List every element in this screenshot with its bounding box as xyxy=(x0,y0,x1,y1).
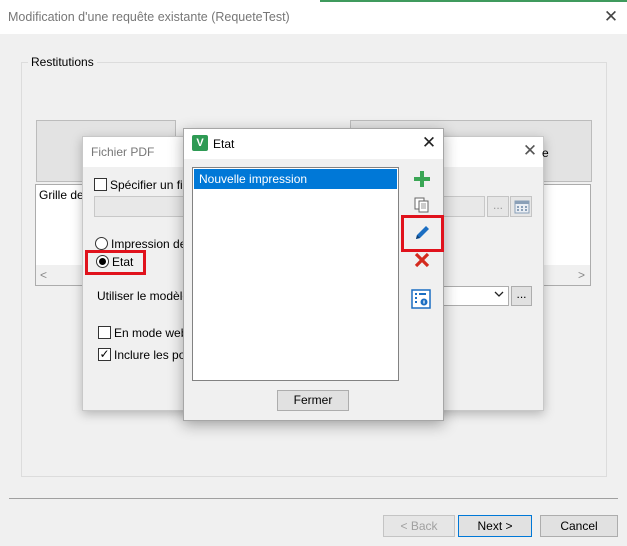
etat-close-icon[interactable]: ✕ xyxy=(418,132,440,154)
app-logo-icon: V xyxy=(192,135,208,151)
restitutions-label: Restitutions xyxy=(28,55,97,69)
impression-radio[interactable] xyxy=(95,237,108,250)
window-close-icon[interactable]: ✕ xyxy=(600,6,622,28)
config-icon xyxy=(411,289,431,309)
fermer-button[interactable]: Fermer xyxy=(277,390,349,411)
specifier-fichier-checkbox[interactable] xyxy=(94,178,107,191)
config-button[interactable] xyxy=(409,287,433,311)
etat-radio-highlight xyxy=(85,250,146,275)
file-path-input[interactable] xyxy=(94,196,186,217)
check-icon: ✓ xyxy=(99,347,110,361)
impression-label: Impression de l xyxy=(111,237,193,251)
copy-button[interactable] xyxy=(411,194,433,216)
calendar-button[interactable] xyxy=(510,196,532,217)
footer-separator xyxy=(9,498,618,499)
next-button[interactable]: Next > xyxy=(458,515,532,537)
etat-dialog-title: Etat xyxy=(213,137,235,151)
file-path-input-end[interactable] xyxy=(440,196,485,217)
scroll-left-icon[interactable]: < xyxy=(40,265,47,285)
mode-web-label: En mode web, xyxy=(114,326,191,340)
edit-button-highlight xyxy=(401,215,444,252)
mode-web-checkbox[interactable] xyxy=(98,326,111,339)
copy-icon xyxy=(414,197,429,213)
browse-file-button[interactable]: ... xyxy=(487,196,509,217)
fichier-pdf-title: Fichier PDF xyxy=(91,145,155,159)
scroll-right-icon[interactable]: > xyxy=(578,265,585,285)
back-button: < Back xyxy=(383,515,455,537)
window-title: Modification d'une requête existante (Re… xyxy=(8,10,290,24)
fichier-pdf-close-icon[interactable]: ✕ xyxy=(520,140,540,162)
add-icon xyxy=(414,171,430,187)
add-button[interactable] xyxy=(411,168,433,190)
list-item[interactable]: Nouvelle impression xyxy=(194,169,397,189)
etat-list[interactable] xyxy=(192,167,399,381)
calendar-icon xyxy=(514,200,530,214)
cancel-button[interactable]: Cancel xyxy=(540,515,618,537)
delete-button[interactable] xyxy=(411,249,433,271)
delete-icon xyxy=(414,252,430,268)
background-panel-label: e xyxy=(542,146,549,160)
titlebar-accent xyxy=(320,0,627,2)
modele-browse-button[interactable]: ... xyxy=(511,286,532,306)
chevron-down-icon[interactable] xyxy=(494,288,508,304)
